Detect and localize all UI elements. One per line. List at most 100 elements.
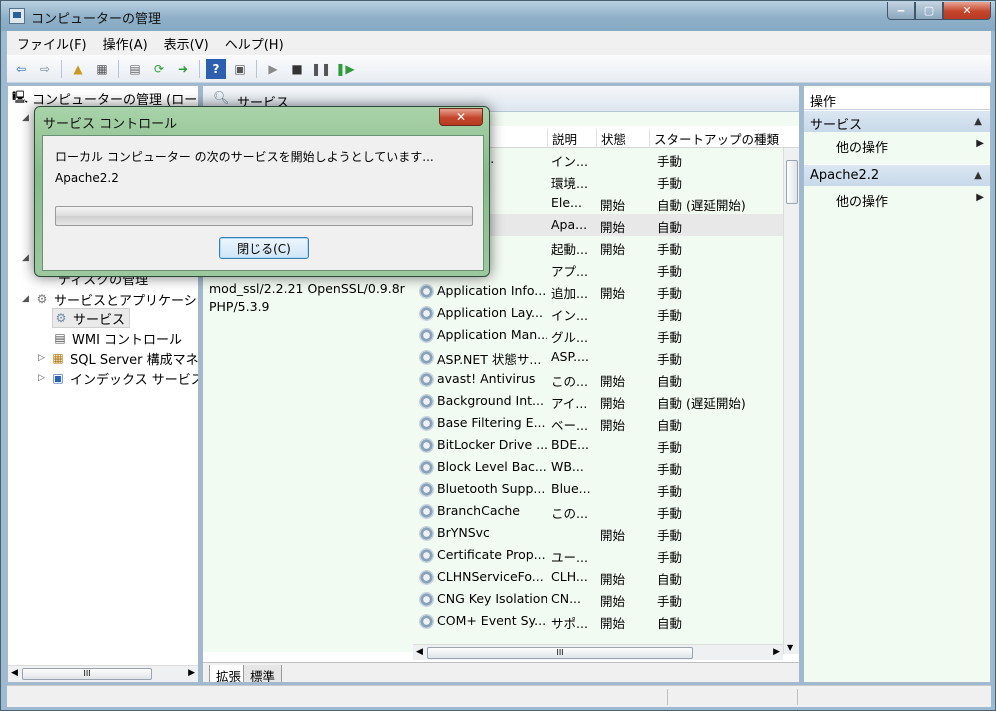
service-name: avast! Antivirus	[437, 371, 536, 386]
service-description-cell: CLH...	[551, 569, 588, 584]
table-row[interactable]: Application Lay... イン... 手動	[413, 302, 783, 324]
actions-section-services[interactable]: サービス ▲	[804, 110, 990, 133]
service-gear-icon	[419, 548, 434, 563]
table-row[interactable]: Base Filtering E... ベー... 開始 自動	[413, 412, 783, 434]
service-state: 開始	[600, 616, 626, 631]
service-startup-type: 手動	[657, 440, 683, 455]
dialog-title: サービス コントロール	[43, 117, 178, 132]
service-name: CNG Key Isolation	[437, 591, 547, 606]
service-gear-icon	[419, 306, 434, 321]
menu-help[interactable]: ヘルプ(H)	[225, 34, 284, 53]
service-name: Bluetooth Supp...	[437, 481, 546, 496]
service-startup-type: 手動	[657, 330, 683, 345]
table-row[interactable]: CLHNServiceFo... CLH... 開始 自動	[413, 566, 783, 588]
pause-icon[interactable]: ❚❚	[311, 59, 331, 79]
maximize-button[interactable]: ▢	[915, 2, 943, 20]
scroll-down-icon[interactable]: ▼	[787, 643, 793, 652]
table-row[interactable]: Certificate Prop... ユー... 手動	[413, 544, 783, 566]
menu-view[interactable]: 表示(V)	[164, 34, 209, 53]
action-more-services[interactable]: 他の操作 ▶	[804, 134, 990, 156]
close-button[interactable]: ✕	[943, 2, 991, 20]
forward-icon[interactable]: ⇨	[35, 59, 55, 79]
collapse-icon[interactable]: ▲	[974, 116, 982, 127]
help-icon[interactable]: ?	[206, 58, 226, 79]
scroll-right-icon[interactable]: ▶	[188, 668, 195, 678]
table-row[interactable]: Background Int... アイ... 開始 自動 (遅延開始)	[413, 390, 783, 412]
service-description-cell: Ele...	[551, 195, 582, 210]
tree-item-index[interactable]: ▷ ▣ インデックス サービス	[38, 368, 198, 388]
title-bar[interactable]: コンピューターの管理 ‒ ▢ ✕	[1, 1, 995, 31]
actions-section-apache[interactable]: Apache2.2 ▲	[804, 164, 990, 186]
close-dialog-button[interactable]: 閉じる(C)	[219, 237, 309, 259]
service-gear-icon	[419, 570, 434, 585]
table-row[interactable]: Application Info... 追加... 開始 手動	[413, 280, 783, 302]
tab-standard[interactable]: 標準	[243, 665, 283, 682]
table-row[interactable]: Block Level Bac... WB... 手動	[413, 456, 783, 478]
service-description-cell: イン...	[551, 308, 588, 323]
collapse-icon[interactable]: ◢	[22, 253, 34, 263]
wmi-icon: ▤	[54, 331, 66, 345]
service-state: 開始	[600, 594, 626, 609]
gear-icon: ⚙	[55, 311, 67, 325]
toolbar-separator	[61, 59, 62, 78]
console-icon[interactable]: ▣	[230, 59, 250, 79]
refresh-icon[interactable]: ⟳	[149, 59, 169, 79]
scroll-thumb[interactable]: III	[427, 647, 693, 659]
tree-item-sql[interactable]: ▷ ▦ SQL Server 構成マネー	[38, 348, 198, 368]
list-horizontal-scrollbar[interactable]: ◀ III ▶	[413, 644, 783, 660]
play-icon[interactable]: ▶	[263, 59, 283, 79]
service-name: ASP.NET 状態サ...	[437, 352, 542, 367]
collapse-icon[interactable]: ▲	[974, 170, 982, 181]
scroll-thumb[interactable]	[786, 160, 798, 204]
dialog-message: ローカル コンピューター の次のサービスを開始しようとしています...	[55, 150, 434, 164]
properties-icon[interactable]: ▤	[125, 59, 145, 79]
tree-item-wmi[interactable]: ▤ WMI コントロール	[52, 328, 182, 348]
scroll-left-icon[interactable]: ◀	[416, 647, 423, 657]
scroll-right-icon[interactable]: ▶	[773, 647, 780, 657]
expand-icon[interactable]: ▷	[38, 373, 50, 383]
service-description-cell: アプ...	[551, 264, 588, 279]
scroll-thumb[interactable]: III	[22, 668, 152, 680]
show-tree-icon[interactable]: ▦	[92, 59, 112, 79]
stop-icon[interactable]: ■	[287, 59, 307, 79]
service-startup-type: 手動	[657, 506, 683, 521]
action-more-apache[interactable]: 他の操作 ▶	[804, 188, 990, 210]
table-row[interactable]: BrYNSvc 開始 手動	[413, 522, 783, 544]
menu-action[interactable]: 操作(A)	[103, 34, 148, 53]
service-description-cell: アイ...	[551, 396, 588, 411]
export-icon[interactable]: ➜	[173, 59, 193, 79]
tree-expander[interactable]: ◢	[22, 108, 34, 128]
table-row[interactable]: BitLocker Drive ... BDE... 手動	[413, 434, 783, 456]
table-row[interactable]: avast! Antivirus この... 開始 自動	[413, 368, 783, 390]
table-row[interactable]: BranchCache この... 手動	[413, 500, 783, 522]
expand-icon[interactable]: ▷	[38, 353, 50, 363]
minimize-button[interactable]: ‒	[887, 2, 915, 20]
up-folder-icon[interactable]: ▲	[68, 59, 88, 79]
restart-icon[interactable]: ❚▶	[335, 59, 355, 79]
tree-horizontal-scrollbar[interactable]: ◀ III ▶	[8, 665, 198, 682]
collapse-icon[interactable]: ◢	[22, 113, 34, 123]
column-header-description[interactable]: 説明	[547, 129, 577, 148]
table-row[interactable]: ASP.NET 状態サ... ASP.... 手動	[413, 346, 783, 368]
column-header-startup[interactable]: スタートアップの種類	[649, 129, 779, 148]
table-row[interactable]: Application Man... グル... 手動	[413, 324, 783, 346]
tree-root[interactable]: 🖳 コンピューターの管理 (ローカ	[12, 88, 198, 108]
service-startup-type: 自動	[657, 374, 683, 389]
tree-expander[interactable]: ◢	[22, 248, 34, 268]
column-header-state[interactable]: 状態	[596, 129, 626, 148]
progress-bar	[55, 206, 473, 226]
table-row[interactable]: COM+ Event Sy... サポ... 開始 自動	[413, 610, 783, 632]
list-vertical-scrollbar[interactable]: ▼	[783, 148, 799, 654]
back-icon[interactable]: ⇦	[11, 59, 31, 79]
menu-file[interactable]: ファイル(F)	[17, 34, 87, 53]
service-gear-icon	[419, 372, 434, 387]
service-startup-type: 自動 (遅延開始)	[657, 198, 746, 213]
tree-item-services[interactable]: ⚙ サービス	[52, 308, 131, 328]
dialog-close-button[interactable]: ✕	[439, 108, 483, 126]
table-row[interactable]: Bluetooth Supp... Blue... 手動	[413, 478, 783, 500]
computer-management-icon	[9, 8, 25, 24]
collapse-icon[interactable]: ◢	[22, 294, 34, 304]
scroll-left-icon[interactable]: ◀	[11, 668, 18, 678]
tree-item-services-and-apps[interactable]: ◢ ⚙ サービスとアプリケーショ	[22, 289, 198, 309]
table-row[interactable]: CNG Key Isolation CN... 開始 手動	[413, 588, 783, 610]
